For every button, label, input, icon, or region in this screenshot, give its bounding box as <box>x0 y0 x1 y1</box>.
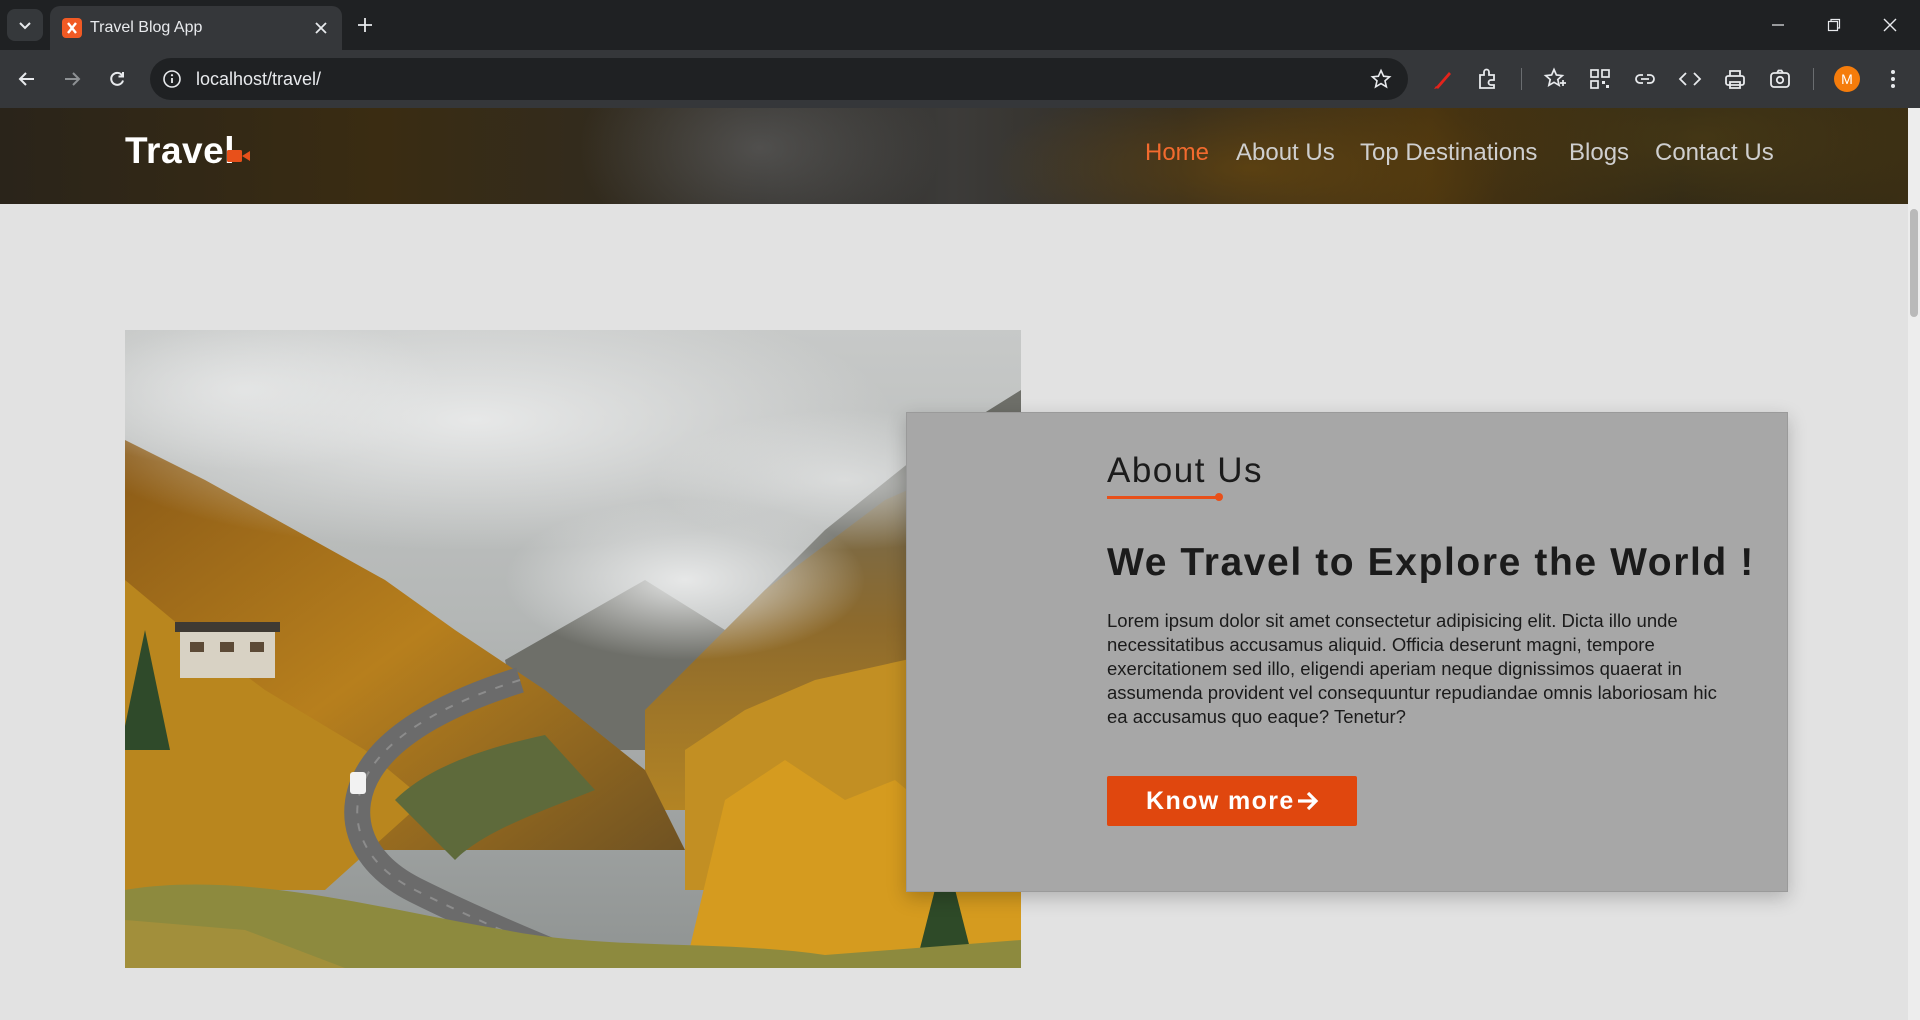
reload-button[interactable] <box>102 64 132 94</box>
site-logo[interactable]: Travel <box>125 130 235 172</box>
minimize-button[interactable] <box>1750 0 1806 50</box>
browser-tab[interactable]: Travel Blog App <box>50 6 342 50</box>
arrow-right-icon <box>65 72 81 86</box>
about-heading: We Travel to Explore the World ! <box>1107 541 1755 584</box>
nav-contact-us[interactable]: Contact Us <box>1655 139 1774 167</box>
page-viewport: Travel Home About Us Top Destinations Bl… <box>0 108 1920 1020</box>
address-bar[interactable]: localhost/travel/ <box>150 58 1408 100</box>
extensions-puzzle-icon[interactable] <box>1475 66 1501 92</box>
close-tab-icon[interactable] <box>310 17 332 39</box>
forward-button[interactable] <box>57 64 87 94</box>
nav-blogs[interactable]: Blogs <box>1569 139 1629 167</box>
about-landscape-image <box>125 330 1021 968</box>
xampp-favicon-icon <box>62 18 82 38</box>
page-scrollbar[interactable] <box>1908 108 1920 1020</box>
toolbar-separator <box>1813 68 1814 90</box>
chevron-down-icon <box>19 22 31 30</box>
nav-home[interactable]: Home <box>1145 139 1209 167</box>
favorites-star-icon[interactable] <box>1542 66 1568 92</box>
arrow-left-icon <box>18 72 34 86</box>
browser-toolbar: localhost/travel/ M <box>0 50 1920 108</box>
arrow-right-icon <box>1298 791 1319 811</box>
tab-search-button[interactable] <box>7 9 43 41</box>
new-tab-icon[interactable] <box>352 12 378 38</box>
minimize-icon <box>1772 24 1784 26</box>
more-menu-icon[interactable] <box>1880 66 1906 92</box>
nav-about-us[interactable]: About Us <box>1236 139 1335 167</box>
code-icon[interactable] <box>1677 66 1703 92</box>
browser-tab-bar: Travel Blog App <box>0 0 1920 50</box>
back-button[interactable] <box>12 64 42 94</box>
site-info-icon[interactable] <box>162 69 182 89</box>
qr-code-icon[interactable] <box>1587 66 1613 92</box>
restore-icon <box>1827 18 1841 32</box>
scrollbar-thumb[interactable] <box>1910 209 1918 317</box>
about-section-label: About Us <box>1107 451 1263 490</box>
about-body-text: Lorem ipsum dolor sit amet consectetur a… <box>1107 610 1717 727</box>
know-more-label: Know more <box>1146 787 1295 815</box>
video-camera-icon <box>227 150 250 162</box>
close-window-button[interactable] <box>1862 0 1918 50</box>
print-icon[interactable] <box>1722 66 1748 92</box>
screenshot-icon[interactable] <box>1767 66 1793 92</box>
about-label-underline <box>1107 496 1219 499</box>
close-icon <box>1883 18 1897 32</box>
know-more-button[interactable]: Know more <box>1107 776 1357 826</box>
nav-top-destinations[interactable]: Top Destinations <box>1360 139 1537 167</box>
reload-icon <box>110 71 124 86</box>
about-label-dot <box>1215 493 1223 501</box>
url-text[interactable]: localhost/travel/ <box>196 69 321 90</box>
bookmark-star-icon[interactable] <box>1370 68 1392 90</box>
profile-avatar[interactable]: M <box>1834 66 1860 92</box>
restore-button[interactable] <box>1806 0 1862 50</box>
about-card: About Us We Travel to Explore the World … <box>906 412 1788 892</box>
tab-title: Travel Blog App <box>90 19 203 36</box>
link-icon[interactable] <box>1632 66 1658 92</box>
toolbar-separator <box>1521 68 1522 90</box>
site-header: Travel Home About Us Top Destinations Bl… <box>0 108 1908 204</box>
pen-extension-icon[interactable] <box>1430 66 1456 92</box>
